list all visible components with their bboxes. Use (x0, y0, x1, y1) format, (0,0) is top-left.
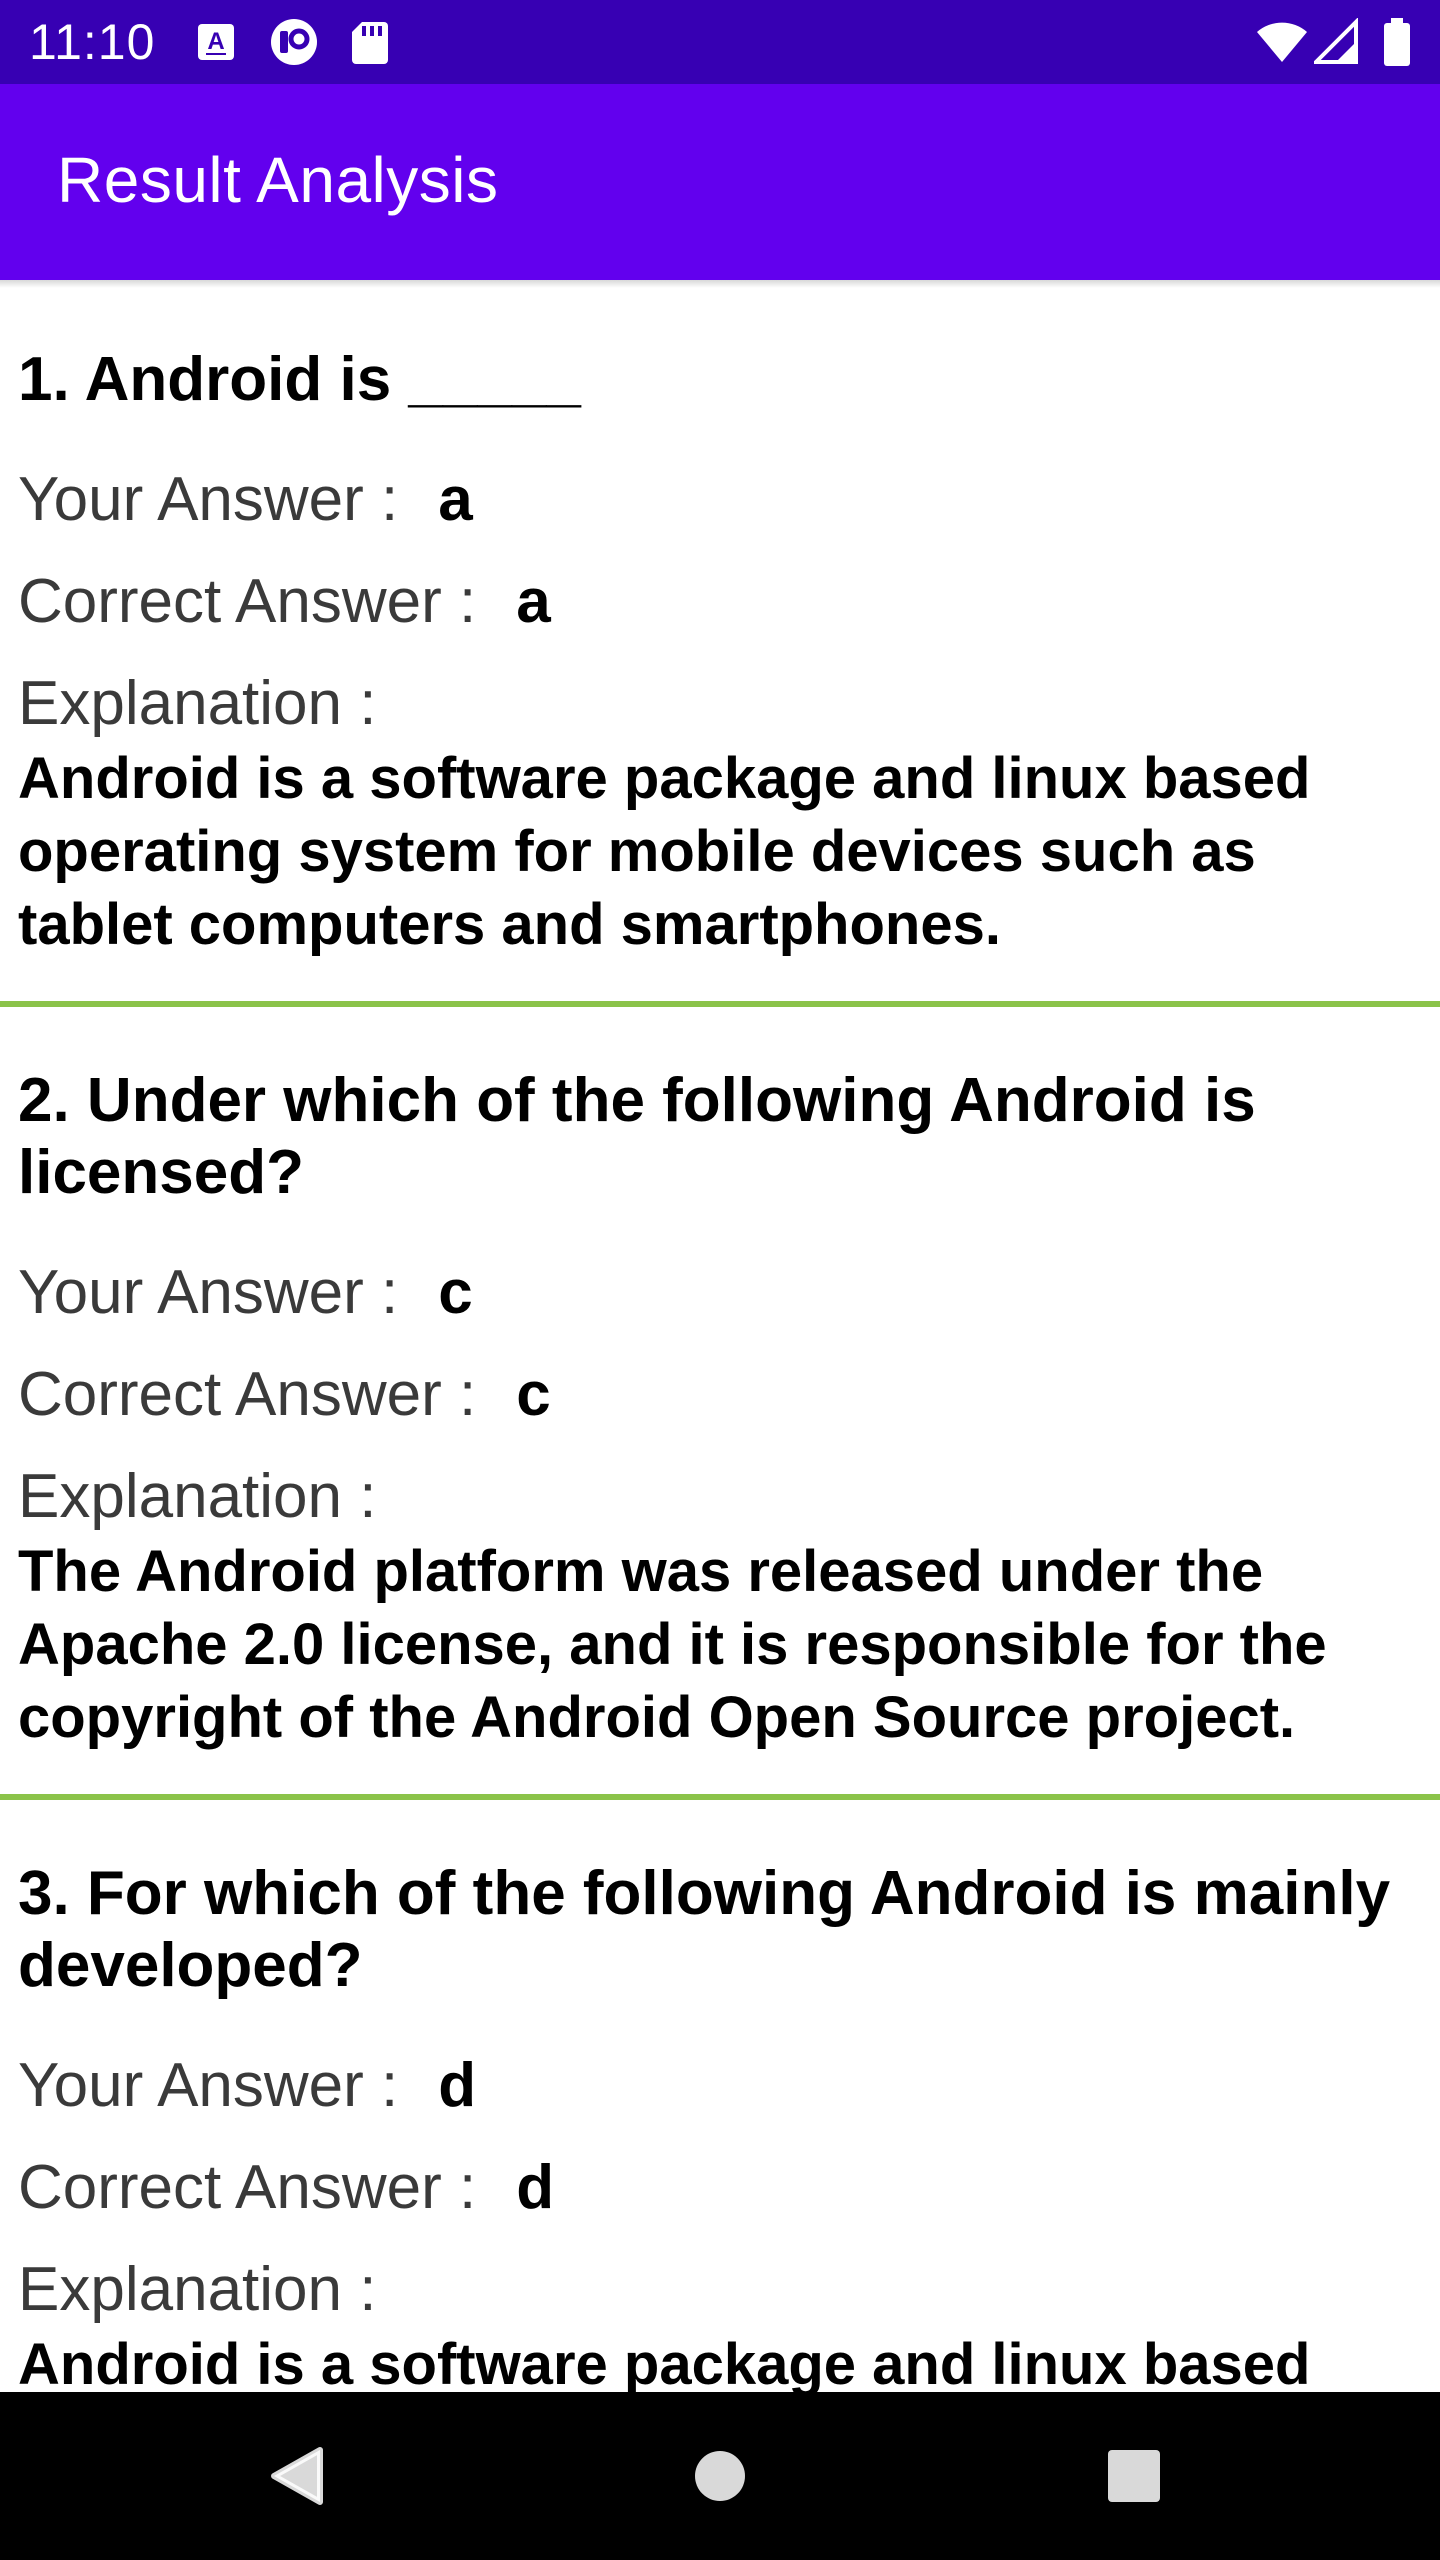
recents-icon[interactable] (1098, 2440, 1170, 2512)
your-answer-value: a (438, 465, 473, 534)
question-title: 3. For which of the following Android is… (18, 1859, 1391, 2000)
question-card: 3. For which of the following Android is… (0, 1800, 1440, 2392)
question-card: 1. Android is _____ Your Answer : a Corre… (0, 288, 1440, 1007)
navigation-bar (0, 2392, 1440, 2560)
correct-answer-row: Correct Answer : c (0, 1359, 1440, 1431)
correct-answer-row: Correct Answer : d (0, 2152, 1440, 2224)
app-bar-shadow (0, 280, 1440, 288)
vpn-icon (271, 19, 317, 65)
explanation-label: Explanation : (18, 2255, 377, 2324)
explanation-text: Android is a software package and linux … (18, 746, 1311, 957)
correct-answer-label: Correct Answer : (18, 1360, 477, 1429)
question-card: 2. Under which of the following Android … (0, 1007, 1440, 1800)
back-icon[interactable] (262, 2440, 334, 2512)
correct-answer-value: d (516, 2153, 555, 2222)
battery-icon (1384, 18, 1410, 66)
question-title: 1. Android is _____ (18, 345, 581, 414)
page-title: Result Analysis (57, 144, 499, 216)
explanation-label: Explanation : (18, 1462, 377, 1531)
status-bar: 11:10 A (0, 0, 1440, 84)
your-answer-value: d (438, 2051, 477, 2120)
wifi-icon (1257, 22, 1307, 62)
question-title: 2. Under which of the following Android … (18, 1066, 1256, 1207)
svg-text:A: A (207, 28, 224, 55)
explanation-text: The Android platform was released under … (18, 1539, 1327, 1750)
your-answer-row: Your Answer : d (0, 2050, 1440, 2122)
accessibility-icon: A (198, 24, 234, 60)
your-answer-row: Your Answer : c (0, 1257, 1440, 1329)
correct-answer-label: Correct Answer : (18, 2153, 477, 2222)
sd-card-icon (352, 22, 388, 64)
correct-answer-row: Correct Answer : a (0, 566, 1440, 638)
home-icon[interactable] (684, 2440, 756, 2512)
explanation-text: Android is a software package and linux … (18, 2332, 1311, 2392)
correct-answer-value: a (516, 567, 551, 636)
result-list[interactable]: 1. Android is _____ Your Answer : a Corre… (0, 288, 1440, 2392)
your-answer-label: Your Answer : (18, 465, 399, 534)
app-bar: Result Analysis (0, 84, 1440, 280)
your-answer-label: Your Answer : (18, 1258, 399, 1327)
your-answer-value: c (438, 1258, 473, 1327)
your-answer-row: Your Answer : a (0, 464, 1440, 536)
correct-answer-value: c (516, 1360, 551, 1429)
status-time: 11:10 (29, 14, 156, 70)
your-answer-label: Your Answer : (18, 2051, 399, 2120)
signal-icon (1314, 18, 1358, 64)
correct-answer-label: Correct Answer : (18, 567, 477, 636)
explanation-label: Explanation : (18, 669, 377, 738)
